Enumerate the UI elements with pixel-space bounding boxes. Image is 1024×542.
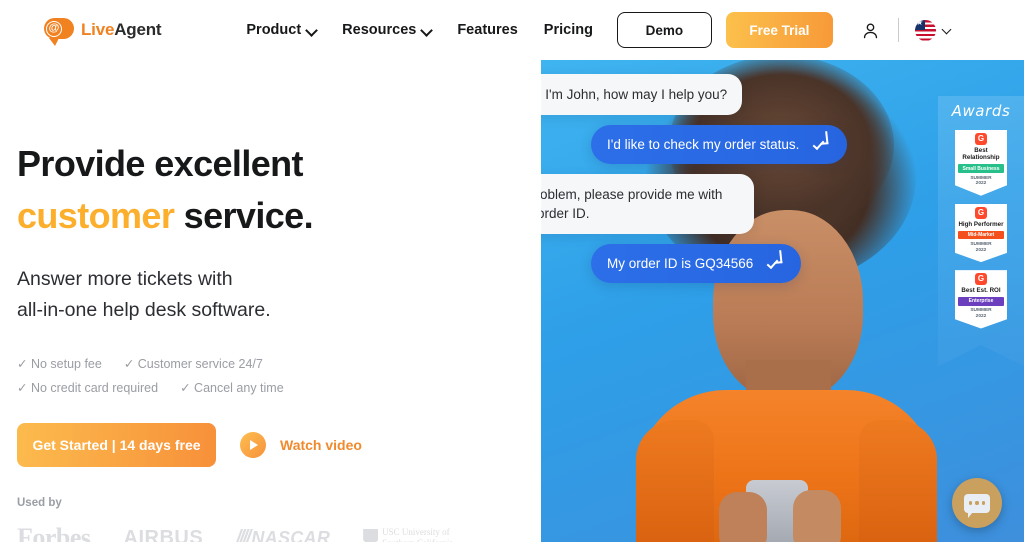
usc-line-2: Southern California: [382, 538, 453, 542]
logo-live-text: Live: [81, 20, 115, 39]
award-badge-best-est-roi: G Best Est. ROI Enterprise SUMMER 2022: [955, 270, 1007, 329]
chat-bubble-agent: Hello, I'm John, how may I help you?: [541, 74, 743, 115]
person-icon: [863, 22, 878, 38]
nascar-logo: //// NASCAR: [236, 527, 330, 542]
chat-bubble-customer: My order ID is GQ34566: [591, 244, 802, 283]
forbes-logo: Forbes: [17, 523, 91, 542]
award-title: Best Relationship: [962, 147, 1000, 162]
g2-logo-icon: G: [975, 273, 987, 286]
chat-text: My order ID is GQ34566: [607, 256, 754, 271]
award-segment: Mid-Market: [958, 230, 1004, 240]
award-title: Best Est. ROI: [961, 287, 1001, 295]
play-icon: [240, 432, 266, 458]
awards-title: Awards: [951, 102, 1011, 120]
account-button[interactable]: [861, 21, 880, 40]
header-divider: [897, 18, 899, 42]
nav-label-resources: Resources: [342, 22, 417, 38]
chat-row-customer-1: I'd like to check my order status.: [541, 125, 870, 164]
free-trial-button[interactable]: Free Trial: [725, 12, 833, 48]
award-segment: Enterprise: [958, 297, 1004, 306]
tick-no-credit-card: ✓ No credit card required: [17, 381, 159, 395]
subtitle-line-2: all-in-one help desk software.: [17, 299, 271, 321]
nav-item-resources[interactable]: Resources: [342, 22, 431, 38]
chat-bubble-agent: No problem, please provide me with your …: [541, 174, 754, 234]
awards-ribbon: Awards G Best Relationship Small Busines…: [938, 96, 1024, 367]
demo-button[interactable]: Demo: [616, 12, 712, 48]
award-segment: Small Business: [958, 164, 1004, 174]
chat-text: I'd like to check my order status.: [607, 137, 800, 152]
page-title: Provide excellent customer service.: [17, 138, 537, 242]
chat-widget-button[interactable]: [952, 478, 1002, 528]
headline-line-2: customer service.: [17, 190, 537, 242]
tick-no-setup-fee: ✓ No setup fee: [17, 357, 102, 371]
chat-row-customer-2: My order ID is GQ34566: [541, 244, 870, 283]
chat-conversation: Hello, I'm John, how may I help you? I'd…: [541, 74, 870, 330]
award-badge-best-relationship: G Best Relationship Small Business SUMME…: [955, 130, 1007, 196]
main-nav: Product Resources Features Pricing: [246, 22, 593, 38]
chat-row-agent-typing: [541, 293, 870, 320]
nav-item-pricing[interactable]: Pricing: [544, 22, 593, 38]
tick-row: ✓ No setup fee ✓ Customer service 24/7: [17, 356, 537, 371]
landing-page: @ LiveAgent Product Resources Features P…: [0, 0, 1024, 542]
usc-shield-icon: [363, 529, 379, 542]
usc-logo: USC University of Southern California: [363, 527, 453, 542]
chat-row-agent-2: No problem, please provide me with your …: [541, 174, 870, 234]
brand-logos: Forbes AIRBUS //// NASCAR USC University…: [17, 523, 537, 542]
used-by-label: Used by: [17, 497, 62, 509]
nascar-slashes: ////: [236, 527, 251, 542]
watch-video-button[interactable]: Watch video: [240, 432, 362, 458]
award-year: 2022: [975, 313, 987, 319]
chevron-down-icon: [307, 26, 316, 35]
award-year: 2022: [975, 181, 987, 187]
hero-photo-hand-right: [793, 490, 841, 542]
usc-line-1: USC University of: [382, 527, 450, 537]
hero-image-panel: Awards G Best Relationship Small Busines…: [541, 60, 1024, 542]
language-selector[interactable]: [914, 19, 952, 41]
nav-label-pricing: Pricing: [543, 22, 593, 38]
award-title: High Performer: [958, 220, 1004, 228]
g2-logo-icon: G: [975, 206, 987, 219]
headline-accent-word: customer: [17, 195, 175, 236]
award-badge-high-performer: G High Performer Mid-Market SUMMER 2022: [955, 203, 1007, 263]
airbus-logo: AIRBUS: [123, 526, 204, 542]
tick-customer-service: ✓ Customer service 24/7: [123, 357, 263, 371]
tick-row: ✓ No credit card required ✓ Cancel any t…: [17, 380, 537, 395]
watch-video-label: Watch video: [280, 437, 362, 453]
logo-agent-text: Agent: [114, 20, 162, 39]
g2-logo-icon: G: [975, 133, 987, 145]
chat-bubble-customer: I'd like to check my order status.: [591, 125, 848, 164]
hero-photo-hand-left: [719, 492, 767, 542]
nav-label-product: Product: [246, 22, 302, 38]
double-check-icon: [812, 137, 831, 151]
logo-wordmark: LiveAgent: [81, 20, 162, 40]
at-symbol-icon: @: [46, 20, 62, 37]
chevron-down-icon: [943, 26, 952, 35]
hero-photo-arm-left: [636, 420, 714, 542]
tick-cancel-any-time: ✓ Cancel any time: [180, 381, 284, 395]
get-started-button[interactable]: Get Started | 14 days free: [17, 423, 216, 467]
feature-tick-list: ✓ No setup fee ✓ Customer service 24/7 ✓…: [17, 356, 537, 395]
usc-text: USC University of Southern California: [382, 527, 453, 542]
headline-line-1: Provide excellent: [17, 143, 304, 184]
site-header: @ LiveAgent Product Resources Features P…: [0, 0, 1024, 60]
nav-item-features[interactable]: Features: [457, 22, 517, 38]
hero-photo-arm-right: [859, 420, 937, 542]
subtitle-line-1: Answer more tickets with: [17, 268, 233, 290]
double-check-icon: [766, 256, 785, 270]
nav-item-product[interactable]: Product: [246, 22, 316, 38]
us-flag-icon: [914, 19, 936, 41]
headline-rest: service.: [174, 195, 314, 236]
chat-bubble-icon: [964, 493, 990, 518]
award-year: 2022: [975, 247, 987, 253]
nav-label-features: Features: [457, 22, 518, 38]
chat-row-agent-1: Hello, I'm John, how may I help you?: [541, 74, 870, 115]
hero-subtitle: Answer more tickets with all-in-one help…: [17, 264, 537, 326]
hero-left-column: Provide excellent customer service. Answ…: [17, 60, 537, 542]
logo[interactable]: @ LiveAgent: [44, 18, 162, 46]
logo-speech-bubble-icon: @: [44, 18, 74, 46]
nascar-text: NASCAR: [251, 527, 331, 542]
chevron-down-icon: [422, 26, 431, 35]
cta-row: Get Started | 14 days free Watch video: [17, 423, 537, 467]
